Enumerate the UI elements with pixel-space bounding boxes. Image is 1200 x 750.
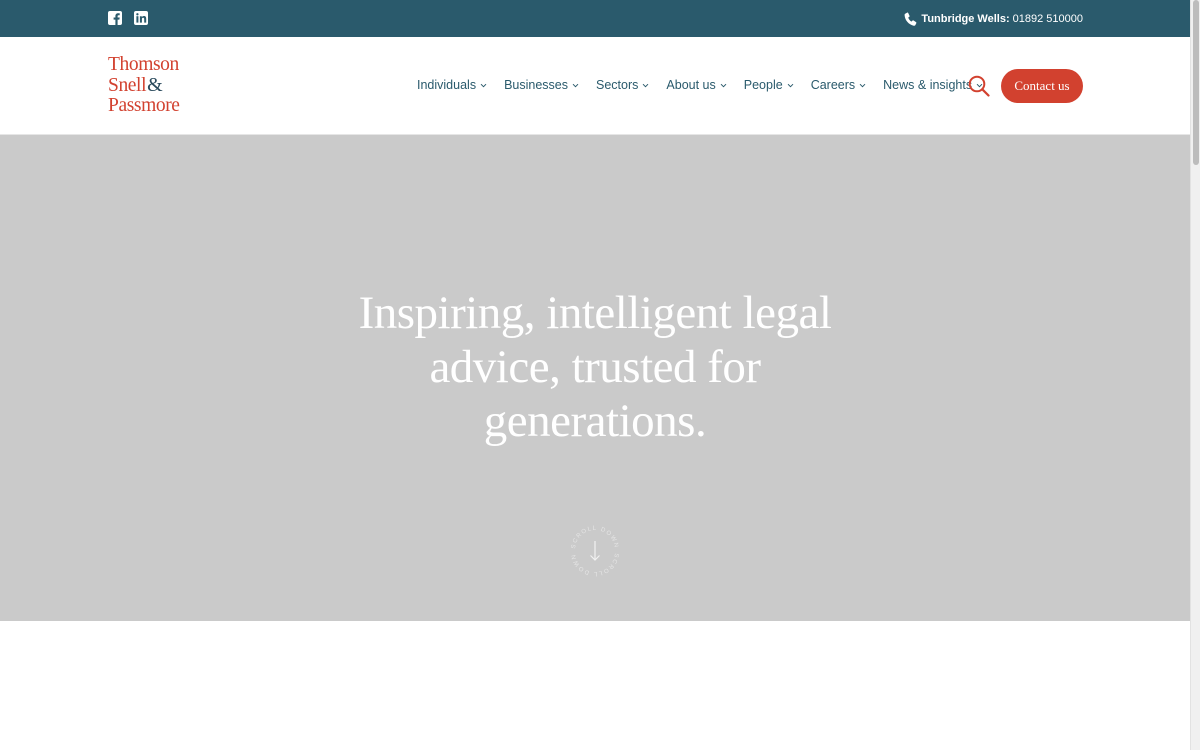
nav-item-businesses[interactable]: Businesses [504, 78, 579, 92]
hero-title: Inspiring, intelligent legal advice, tru… [358, 287, 832, 447]
chevron-down-icon [480, 83, 487, 87]
nav-item-sectors[interactable]: Sectors [596, 78, 649, 92]
top-bar: Tunbridge Wells: 01892 510000 [0, 0, 1190, 37]
nav-label: Individuals [417, 78, 477, 92]
arrow-down-icon [590, 541, 600, 561]
nav-label: Careers [810, 78, 856, 92]
nav-label: Businesses [504, 78, 569, 92]
chevron-down-icon [859, 83, 866, 87]
page-viewport: Tunbridge Wells: 01892 510000 Thomson Sn… [0, 0, 1190, 750]
logo-line-2: Snell& [108, 75, 198, 96]
site-header: Thomson Snell& Passmore Individuals Busi… [0, 37, 1190, 135]
scrollbar-thumb[interactable] [1193, 0, 1199, 165]
logo-line-1: Thomson [108, 54, 179, 75]
phone-number[interactable]: 01892 510000 [1013, 13, 1083, 25]
nav-label: Sectors [596, 78, 639, 92]
nav-label: People [743, 78, 783, 92]
chevron-down-icon [572, 83, 579, 87]
nav-label: About us [666, 78, 716, 92]
page-scrollbar[interactable] [1190, 0, 1200, 750]
nav-item-people[interactable]: People [744, 78, 794, 92]
logo-line-3: Passmore [108, 95, 180, 116]
main-nav: Individuals Businesses Sectors About us … [417, 78, 983, 92]
phone-location: Tunbridge Wells: [921, 13, 1010, 25]
nav-item-about-us[interactable]: About us [666, 78, 727, 92]
linkedin-icon[interactable] [134, 11, 148, 25]
phone-contact[interactable]: Tunbridge Wells: 01892 510000 [904, 10, 1083, 28]
search-icon[interactable] [968, 75, 990, 97]
nav-item-individuals[interactable]: Individuals [417, 78, 487, 92]
facebook-icon[interactable] [108, 11, 122, 25]
logo-ampersand: & [147, 74, 163, 96]
nav-item-careers[interactable]: Careers [811, 78, 866, 92]
chevron-down-icon [643, 83, 649, 87]
logo[interactable]: Thomson Snell& Passmore [108, 55, 198, 116]
chevron-down-icon [720, 83, 727, 87]
contact-us-button[interactable]: Contact us [1001, 69, 1083, 103]
content-section [0, 621, 1190, 750]
hero-banner: Inspiring, intelligent legal advice, tru… [0, 135, 1190, 621]
nav-label: News & insights [883, 78, 973, 92]
logo-line-2-text: Snell [108, 75, 147, 96]
scroll-down-button[interactable]: SCROLL DOWN SCROLL DOWN [567, 521, 623, 581]
chevron-down-icon [787, 83, 794, 87]
phone-icon [905, 12, 917, 26]
